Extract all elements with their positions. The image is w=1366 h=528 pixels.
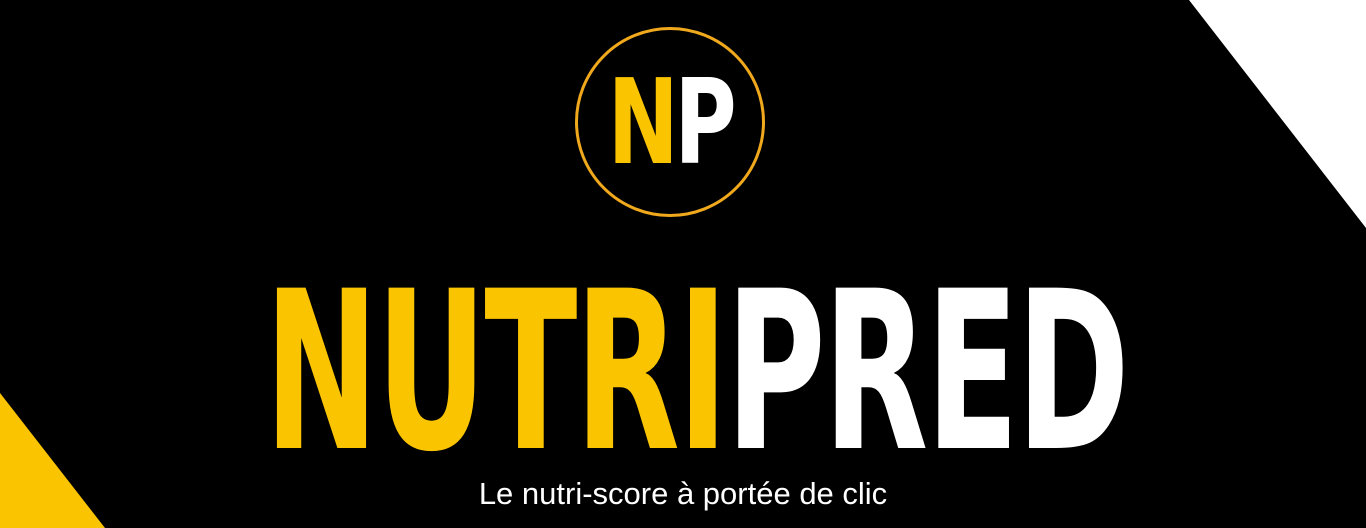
logo[interactable]: NP	[575, 27, 765, 217]
page-title: NUTRIPRED	[0, 262, 1366, 482]
hero-banner: NP NUTRIPRED Le nutri-score à portée de …	[0, 0, 1366, 528]
title-part-pred: PRED	[725, 244, 1130, 500]
logo-letter-p: P	[674, 53, 736, 191]
tagline: Le nutri-score à portée de clic	[478, 476, 888, 511]
title-part-nutri: NUTRI	[264, 244, 728, 500]
logo-monogram: NP	[604, 30, 737, 214]
top-right-white-triangle	[1189, 0, 1366, 228]
logo-letter-n: N	[607, 53, 679, 191]
